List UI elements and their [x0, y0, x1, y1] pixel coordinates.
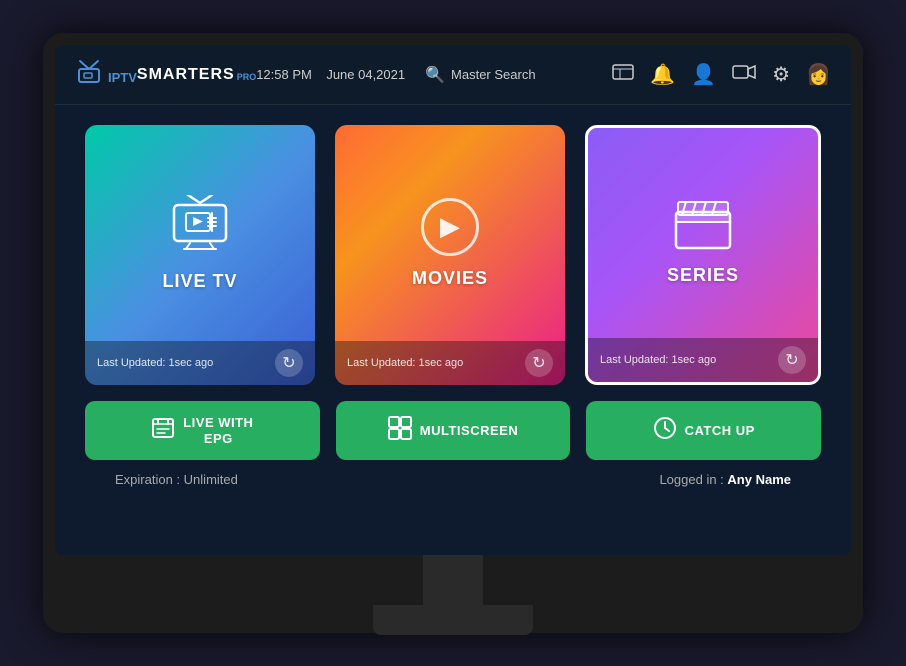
tv-screen: IPTV SMARTERS PRO 12:58 PM June 04,2021 … [55, 45, 851, 555]
movies-refresh[interactable]: ↻ [525, 349, 553, 377]
live-tv-footer: Last Updated: 1sec ago ↻ [85, 341, 315, 385]
catchup-icon [653, 416, 677, 446]
live-tv-icon [170, 195, 230, 263]
series-clapper-icon [674, 200, 732, 257]
date-display: June 04,2021 [326, 67, 405, 82]
movies-title: MOVIES [412, 268, 488, 289]
tv-stand [55, 555, 851, 643]
search-icon: 🔍 [425, 65, 445, 85]
live-tv-refresh[interactable]: ↻ [275, 349, 303, 377]
time-display: 12:58 PM [256, 67, 312, 82]
series-footer: Last Updated: 1sec ago ↻ [588, 338, 818, 382]
logged-in-value: Any Name [727, 472, 791, 487]
main-content: LIVE TV Last Updated: 1sec ago ↻ ▶ MOVIE… [55, 105, 851, 555]
app-logo: IPTV SMARTERS PRO [75, 57, 256, 92]
movies-card[interactable]: ▶ MOVIES Last Updated: 1sec ago ↻ [335, 125, 565, 385]
multiscreen-icon [388, 416, 412, 446]
master-search[interactable]: 🔍 Master Search [425, 65, 535, 85]
tv-antenna-icon [75, 57, 103, 92]
logo-smarters-text: SMARTERS [137, 66, 235, 84]
header: IPTV SMARTERS PRO 12:58 PM June 04,2021 … [55, 45, 851, 105]
logo-iptv-text: IPTV [108, 71, 137, 84]
settings-icon[interactable]: ⚙ [772, 62, 790, 87]
expiration-label: Expiration : [115, 472, 180, 487]
live-tv-title: LIVE TV [162, 271, 237, 292]
movies-updated: Last Updated: 1sec ago [347, 357, 463, 369]
series-card[interactable]: SERIES Last Updated: 1sec ago ↻ [585, 125, 821, 385]
multiscreen-card[interactable]: MULTISCREEN [336, 401, 571, 460]
record-icon[interactable] [732, 64, 756, 85]
logged-in-label: Logged in : [659, 472, 723, 487]
multiscreen-label: MULTISCREEN [420, 423, 518, 439]
user-add-icon[interactable]: 👩 [806, 62, 831, 87]
series-refresh[interactable]: ↻ [778, 346, 806, 374]
series-title: SERIES [667, 265, 739, 286]
bottom-cards-row: LIVE WITH EPG MULTISCREEN [85, 401, 821, 460]
live-tv-card[interactable]: LIVE TV Last Updated: 1sec ago ↻ [85, 125, 315, 385]
series-updated: Last Updated: 1sec ago [600, 354, 716, 366]
tv-neck [423, 555, 483, 605]
nav-icons: 🔔 👤 ⚙ 👩 [612, 62, 831, 87]
search-label: Master Search [451, 67, 536, 82]
live-epg-card[interactable]: LIVE WITH EPG [85, 401, 320, 460]
tv-base [373, 605, 533, 635]
user-icon[interactable]: 👤 [691, 62, 716, 87]
live-tv-updated: Last Updated: 1sec ago [97, 357, 213, 369]
epg-icon [151, 416, 175, 446]
logged-in-info: Logged in : Any Name [659, 472, 791, 487]
expiration-value: Unlimited [184, 472, 238, 487]
notification-icon[interactable]: 🔔 [650, 62, 675, 87]
catchup-label: CATCH UP [685, 423, 755, 439]
expiration-info: Expiration : Unlimited [115, 472, 238, 487]
datetime-display: 12:58 PM June 04,2021 [256, 67, 405, 82]
cards-row: LIVE TV Last Updated: 1sec ago ↻ ▶ MOVIE… [85, 125, 821, 385]
tv-guide-icon[interactable] [612, 64, 634, 85]
logo-pro-text: PRO [237, 72, 257, 82]
movies-play-icon: ▶ [421, 198, 479, 256]
catchup-card[interactable]: CATCH UP [586, 401, 821, 460]
live-epg-label: LIVE WITH EPG [183, 415, 253, 446]
movies-footer: Last Updated: 1sec ago ↻ [335, 341, 565, 385]
tv-frame: IPTV SMARTERS PRO 12:58 PM June 04,2021 … [43, 33, 863, 633]
footer-info: Expiration : Unlimited Logged in : Any N… [85, 460, 821, 487]
